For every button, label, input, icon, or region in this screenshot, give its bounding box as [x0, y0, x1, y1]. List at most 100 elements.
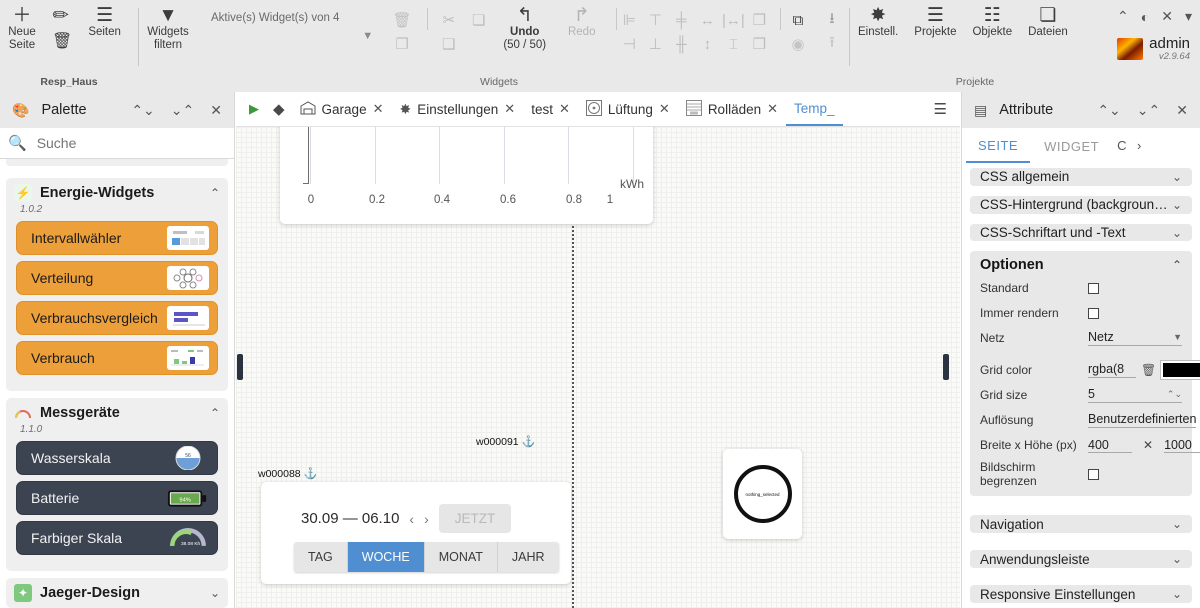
settings-button[interactable]: ✸ Einstell.: [850, 0, 906, 39]
widget-select-dropdown-caret[interactable]: ▼: [362, 0, 373, 42]
distribute-horizontal-icon[interactable]: ↔: [700, 13, 715, 28]
palette-group-jaeger-header[interactable]: ✦ Jaeger-Design ⌄: [14, 584, 220, 602]
tab-rollaeden[interactable]: Rolläden ✕: [678, 92, 786, 126]
grid-size-stepper[interactable]: 5 ⌃⌄: [1088, 387, 1182, 403]
chevron-up-icon[interactable]: ⌃: [210, 406, 220, 420]
tab-einstellungen[interactable]: ✸ Einstellungen ✕: [391, 92, 523, 126]
tab-close-icon[interactable]: ✕: [373, 101, 384, 117]
widget-chart-card[interactable]: 0 0.2 0.4 0.6 0.8 1 kWh: [280, 127, 653, 224]
new-page-button[interactable]: ＋ Neue Seite: [0, 0, 44, 52]
align-center-horizontal-icon[interactable]: ╫: [676, 37, 687, 52]
equal-width-icon[interactable]: |↔|: [722, 13, 745, 28]
tab-options-icon[interactable]: ☰: [927, 100, 954, 118]
height-input[interactable]: 1000: [1164, 438, 1200, 453]
chevron-up-icon[interactable]: ⌃: [1172, 258, 1182, 272]
tab-lueftung[interactable]: Lüftung ✕: [578, 92, 678, 126]
standard-checkbox[interactable]: [1088, 283, 1099, 294]
palette-item-verbrauchsvergleich[interactable]: Verbrauchsvergleich: [16, 301, 218, 335]
interval-segment-jahr[interactable]: JAHR: [498, 542, 559, 572]
palette-item-batterie[interactable]: Batterie 94%: [16, 481, 218, 515]
canvas-resize-handle-right[interactable]: [943, 354, 949, 380]
tab-close-icon[interactable]: ✕: [659, 101, 670, 117]
chevron-up-icon[interactable]: ⌃: [210, 186, 220, 200]
copy-icon[interactable]: ❏: [472, 13, 485, 28]
distribute-vertical-icon[interactable]: ↕: [704, 37, 712, 52]
palette-item-wasserskala[interactable]: Wasserskala 56: [16, 441, 218, 475]
canvas-resize-handle-left[interactable]: [237, 354, 243, 380]
edit-page-button[interactable]: ✎ 🗑: [44, 0, 80, 52]
options-header[interactable]: Optionen ⌃: [980, 257, 1182, 273]
interval-next-button[interactable]: ›: [424, 511, 429, 527]
tab-close-icon[interactable]: ✕: [767, 101, 778, 117]
grid-color-value[interactable]: rgba(8: [1088, 362, 1136, 378]
paste-icon[interactable]: ❑: [442, 37, 455, 52]
design-canvas[interactable]: 0 0.2 0.4 0.6 0.8 1 kWh w000091 ⚓ nothin…: [236, 127, 960, 608]
align-top-icon[interactable]: ⊤: [649, 13, 662, 28]
open-external-icon[interactable]: ⧉: [793, 12, 804, 29]
tab-garage[interactable]: Garage ✕: [292, 92, 392, 126]
accordion-css-schriftart[interactable]: CSS-Schriftart und -Text ⌄: [970, 224, 1192, 242]
equal-height-icon[interactable]: ⌶: [729, 37, 738, 52]
pages-button[interactable]: ☰ Seiten: [80, 0, 129, 39]
layers-icon[interactable]: ◆: [266, 100, 292, 118]
projects-button[interactable]: ☰ Projekte: [906, 0, 964, 39]
align-center-vertical-icon[interactable]: ╪: [676, 13, 687, 28]
align-left-icon[interactable]: ⊫: [623, 13, 636, 28]
palette-group-messgeraete-header[interactable]: Messgeräte ⌃: [14, 404, 220, 422]
accordion-navigation[interactable]: Navigation ⌄: [970, 515, 1192, 533]
duplicate-widget-icon[interactable]: ❐: [395, 35, 408, 53]
more-menu-icon[interactable]: ▾: [1185, 8, 1192, 25]
align-right-icon[interactable]: ⊣: [623, 37, 636, 52]
tab-widget[interactable]: WIDGET: [1032, 129, 1111, 162]
tab-temp[interactable]: Temp_: [786, 92, 843, 126]
attributes-expand-icon[interactable]: ⌃⌄: [1093, 102, 1124, 119]
attributes-close-icon[interactable]: ✕: [1172, 102, 1192, 119]
collapse-ribbon-icon[interactable]: ⌃: [1117, 8, 1129, 25]
palette-minimize-icon[interactable]: ⌄⌃: [167, 102, 198, 119]
tab-close-icon[interactable]: ✕: [559, 101, 570, 117]
anchor-icon[interactable]: ⚓: [304, 468, 318, 480]
ungroup-icon[interactable]: ❒: [753, 37, 766, 52]
export-icon[interactable]: ⭱: [829, 32, 834, 57]
accordion-css-hintergrund[interactable]: CSS-Hintergrund (background-...) ⌄: [970, 196, 1192, 214]
run-page-icon[interactable]: ▶: [242, 101, 266, 117]
group-icon[interactable]: ❐: [753, 13, 766, 28]
theme-toggle-icon[interactable]: ◐: [1141, 9, 1149, 25]
accordion-responsive-einstellungen[interactable]: Responsive Einstellungen ⌄: [970, 585, 1192, 603]
chevron-down-icon[interactable]: ⌄: [210, 586, 220, 600]
tab-close-icon[interactable]: ✕: [504, 101, 515, 117]
interval-now-button[interactable]: JETZT: [439, 504, 512, 533]
files-button[interactable]: ❏ Dateien: [1020, 0, 1076, 39]
netz-select[interactable]: Netz ▼: [1088, 330, 1182, 346]
palette-close-icon[interactable]: ✕: [206, 102, 226, 119]
accordion-anwendungsleiste[interactable]: Anwendungsleiste ⌄: [970, 550, 1192, 568]
anchor-icon[interactable]: ⚓: [522, 436, 536, 448]
undo-button[interactable]: ↰ Undo (50 / 50): [494, 0, 556, 52]
tab-scroll-right-icon[interactable]: ›: [1133, 128, 1146, 163]
palette-group-energie-header[interactable]: ⚡ Energie-Widgets ⌃: [14, 184, 220, 202]
palette-item-farbiger-skala[interactable]: Farbiger Skala 38.08 Kh: [16, 521, 218, 555]
limit-screen-checkbox[interactable]: [1088, 469, 1099, 480]
palette-expand-icon[interactable]: ⌃⌄: [127, 102, 158, 119]
eye-preview-icon[interactable]: ◉: [791, 35, 804, 53]
accordion-css-allgemein[interactable]: CSS allgemein ⌄: [970, 168, 1192, 186]
user-block[interactable]: admin v2.9.64: [1117, 36, 1190, 62]
resolution-value[interactable]: Benutzerdefinierten: [1088, 412, 1196, 428]
palette-search-row[interactable]: 🔍: [0, 128, 234, 159]
always-render-checkbox[interactable]: [1088, 308, 1099, 319]
interval-prev-button[interactable]: ‹: [409, 511, 414, 527]
import-icon[interactable]: ⭳: [829, 8, 834, 33]
filter-widgets-button[interactable]: ▼ Widgets filtern: [139, 0, 197, 52]
clear-grid-color-icon[interactable]: 🗑: [1141, 363, 1156, 377]
trash-icon[interactable]: 🗑: [52, 32, 72, 52]
tab-overflow[interactable]: C: [1113, 128, 1131, 163]
stepper-updown-icon[interactable]: ⌃⌄: [1167, 389, 1182, 400]
attributes-minimize-icon[interactable]: ⌄⌃: [1133, 102, 1164, 119]
palette-item-intervallwaehler[interactable]: Intervallwähler: [16, 221, 218, 255]
widget-circle-card[interactable]: nothing_selected: [723, 449, 802, 539]
align-bottom-icon[interactable]: ⊥: [649, 37, 662, 52]
tab-test[interactable]: test ✕: [523, 92, 578, 126]
delete-widget-icon[interactable]: 🗑: [393, 11, 412, 29]
widget-interval-card[interactable]: 30.09 — 06.10 ‹ › JETZT TAG WOCHE MONAT …: [261, 482, 571, 584]
cut-icon[interactable]: ✂: [442, 13, 455, 28]
